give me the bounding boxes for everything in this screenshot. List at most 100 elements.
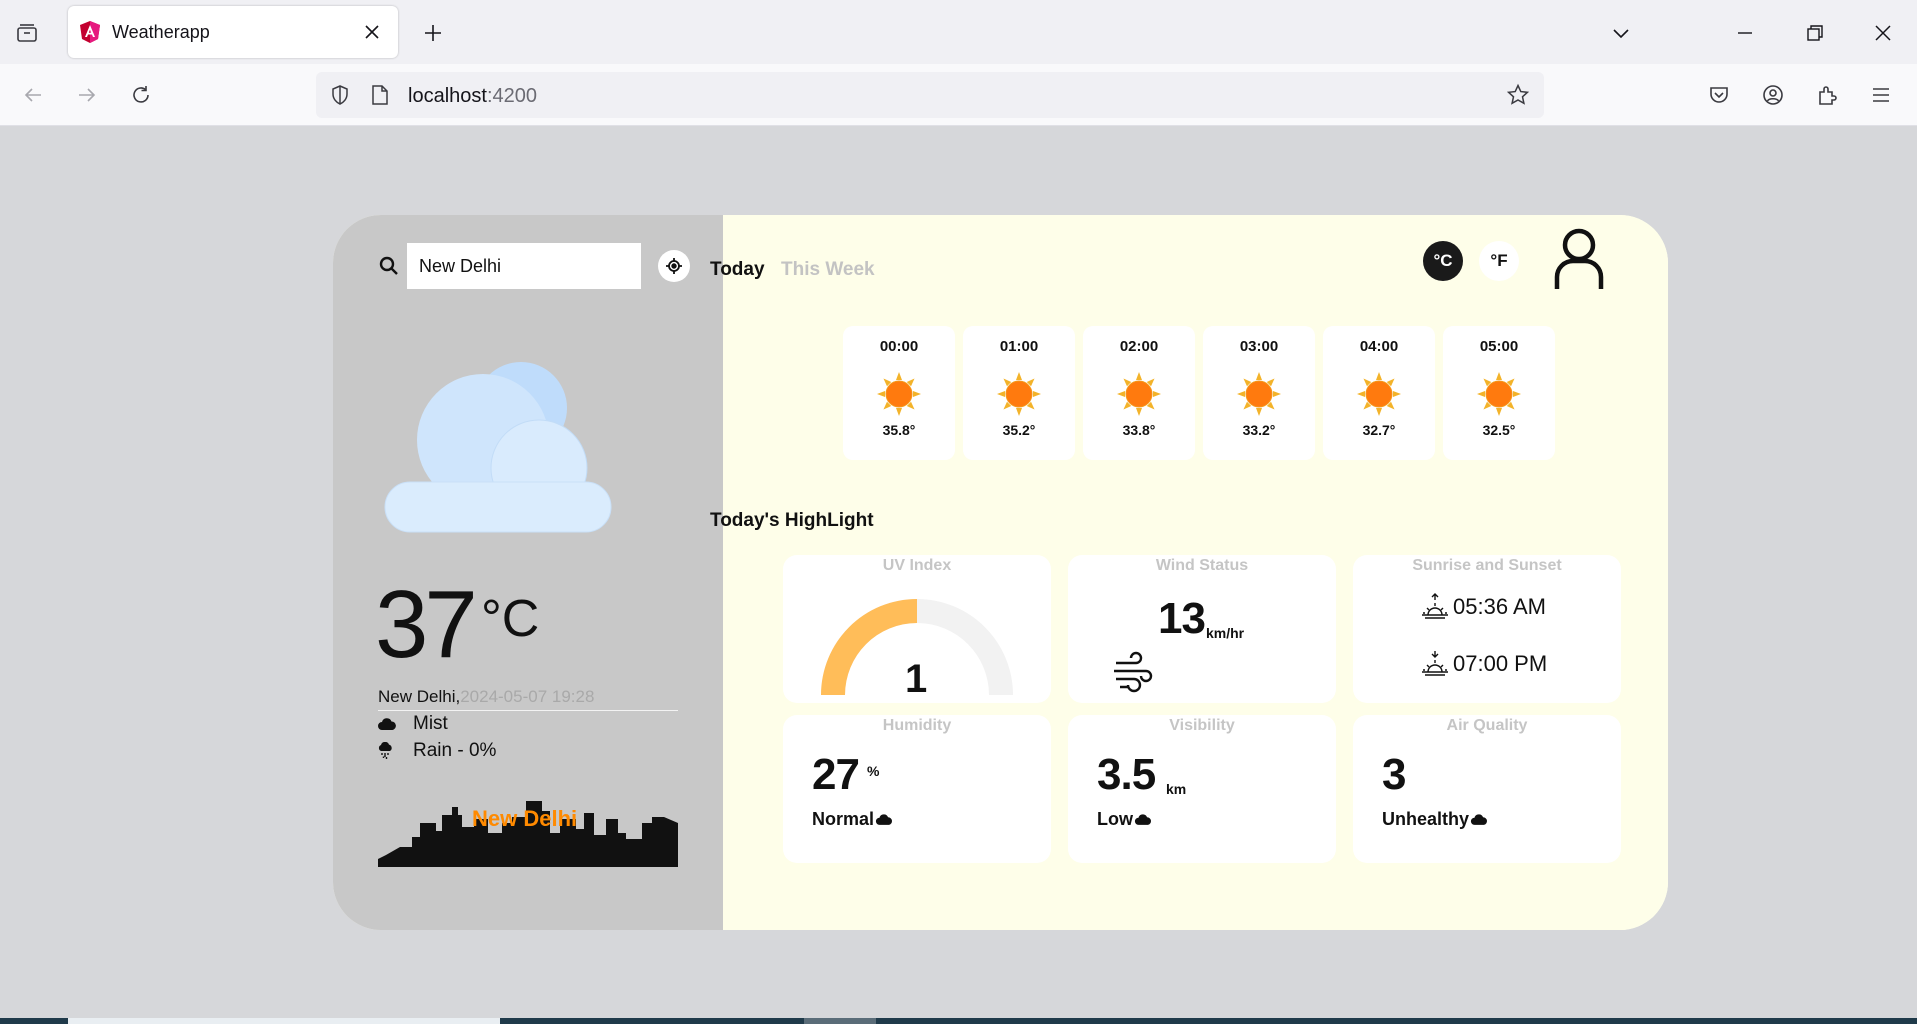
- reload-icon[interactable]: [126, 80, 156, 110]
- visibility-status-text: Low: [1097, 809, 1133, 829]
- hourly-forecast-card: 01:00 35.2°: [963, 326, 1075, 460]
- uv-index-card: UV Index 1: [783, 555, 1051, 703]
- tab-today[interactable]: Today: [710, 259, 765, 281]
- tab-this-week[interactable]: This Week: [781, 259, 875, 281]
- taskbar-item[interactable]: [804, 1018, 876, 1024]
- sunrise-sunset-card: Sunrise and Sunset 05:36 AM 07:00 PM: [1353, 555, 1621, 703]
- weather-app-card: 37 °C New Delhi,2024-05-07 19:28 Mist Ra…: [333, 215, 1668, 930]
- condition-text: Mist: [413, 713, 448, 734]
- sunset-icon: [1422, 651, 1448, 676]
- new-tab-plus-icon[interactable]: [418, 18, 448, 48]
- hourly-forecast-card: 05:00 32.5°: [1443, 326, 1555, 460]
- visibility-card: Visibility 3.5 km Low: [1068, 715, 1336, 863]
- skyline-city-label: New Delhi: [472, 806, 578, 831]
- shield-icon[interactable]: [328, 83, 352, 107]
- wind-speed-unit: km/hr: [1206, 625, 1245, 641]
- current-weather-panel: 37 °C New Delhi,2024-05-07 19:28 Mist Ra…: [333, 215, 723, 930]
- location-city: New Delhi,: [378, 687, 461, 706]
- address-bar[interactable]: localhost:4200: [316, 72, 1544, 118]
- sun-icon: [1235, 370, 1283, 418]
- current-temperature: 37: [375, 571, 478, 678]
- visibility-value: 3.5: [1097, 750, 1156, 799]
- current-location-button[interactable]: [658, 250, 690, 282]
- browser-tab-weatherapp[interactable]: Weatherapp: [68, 6, 398, 58]
- visibility-label: Visibility: [1169, 717, 1235, 734]
- cloud-icon: [377, 715, 399, 733]
- humidity-card: Humidity 27 % Normal: [783, 715, 1051, 863]
- page-info-icon[interactable]: [368, 83, 392, 107]
- current-datetime: 2024-05-07 19:28: [460, 687, 595, 706]
- forward-arrow-icon[interactable]: [72, 80, 102, 110]
- hour-temperature: 35.2°: [1002, 422, 1036, 438]
- hourly-forecast-card: 00:00 35.8°: [843, 326, 955, 460]
- sun-icon: [1115, 370, 1163, 418]
- extensions-icon[interactable]: [1812, 80, 1842, 110]
- sun-icon: [1475, 370, 1523, 418]
- uv-index-value: 1: [905, 657, 927, 701]
- hour-time: 05:00: [1479, 338, 1519, 355]
- hourly-forecast-card: 03:00 33.2°: [1203, 326, 1315, 460]
- os-taskbar: [0, 1018, 1917, 1024]
- humidity-status: Normal: [812, 809, 893, 830]
- account-icon[interactable]: [1758, 80, 1788, 110]
- rain-cloud-icon: [377, 742, 399, 760]
- sunrise-sunset-label: Sunrise and Sunset: [1412, 557, 1562, 574]
- hour-temperature: 35.8°: [882, 422, 916, 438]
- close-window-icon[interactable]: [1868, 18, 1898, 48]
- list-tabs-chevron-icon[interactable]: [1606, 18, 1636, 48]
- air-quality-status: Unhealthy: [1382, 809, 1488, 830]
- city-search-input[interactable]: [407, 243, 641, 289]
- user-profile-icon[interactable]: [1551, 227, 1607, 291]
- search-icon[interactable]: [378, 255, 402, 279]
- pocket-icon[interactable]: [1704, 80, 1734, 110]
- url-text: localhost:4200: [408, 85, 537, 108]
- location-datetime: New Delhi,2024-05-07 19:28: [378, 687, 678, 711]
- humidity-status-text: Normal: [812, 809, 875, 829]
- restore-window-icon[interactable]: [1800, 18, 1830, 48]
- celsius-toggle-button[interactable]: °C: [1423, 241, 1463, 281]
- visibility-unit: km: [1166, 781, 1187, 797]
- sunrise-row: 05:36 AM: [1419, 591, 1546, 623]
- condition-row: Mist: [377, 713, 448, 735]
- angular-logo-icon: [78, 20, 102, 44]
- minimize-window-icon[interactable]: [1730, 18, 1760, 48]
- hour-time: 00:00: [879, 338, 919, 355]
- humidity-label: Humidity: [882, 717, 952, 734]
- hour-temperature: 33.2°: [1242, 422, 1276, 438]
- url-host: localhost: [408, 85, 487, 107]
- taskbar-item[interactable]: [68, 1018, 500, 1024]
- back-arrow-icon[interactable]: [18, 80, 48, 110]
- sunset-time: 07:00 PM: [1453, 651, 1548, 676]
- air-quality-label: Air Quality: [1446, 717, 1528, 734]
- sun-icon: [875, 370, 923, 418]
- sun-icon: [995, 370, 1043, 418]
- highlights-title: Today's HighLight: [710, 510, 874, 531]
- sunrise-time: 05:36 AM: [1453, 594, 1546, 619]
- temperature-unit: °C: [481, 590, 540, 648]
- bookmark-star-icon[interactable]: [1506, 83, 1530, 107]
- hour-time: 04:00: [1359, 338, 1399, 355]
- hour-time: 02:00: [1119, 338, 1159, 355]
- uv-gauge-fill: [821, 599, 917, 695]
- humidity-unit: %: [867, 763, 880, 779]
- url-port: :4200: [486, 85, 537, 107]
- wind-icon: [1114, 651, 1153, 693]
- hour-temperature: 32.5°: [1482, 422, 1516, 438]
- cloud-icon: [1134, 814, 1151, 825]
- crosshair-icon: [666, 258, 682, 274]
- cloud-icon: [875, 814, 893, 825]
- sunrise-icon: [1422, 593, 1448, 619]
- close-tab-icon[interactable]: [360, 20, 384, 44]
- hour-temperature: 32.7°: [1362, 422, 1396, 438]
- tab-overview-icon[interactable]: [12, 18, 42, 48]
- air-quality-card: Air Quality 3 Unhealthy: [1353, 715, 1621, 863]
- rain-row: Rain - 0%: [377, 740, 496, 762]
- sunset-row: 07:00 PM: [1419, 648, 1547, 680]
- browser-tab-bar: Weatherapp: [0, 0, 1917, 64]
- air-quality-value: 3: [1382, 750, 1407, 799]
- hour-time: 01:00: [999, 338, 1039, 355]
- fahrenheit-toggle-button[interactable]: °F: [1479, 241, 1519, 281]
- tab-title: Weatherapp: [112, 22, 210, 42]
- wind-status-label: Wind Status: [1155, 557, 1249, 574]
- app-menu-icon[interactable]: [1866, 80, 1896, 110]
